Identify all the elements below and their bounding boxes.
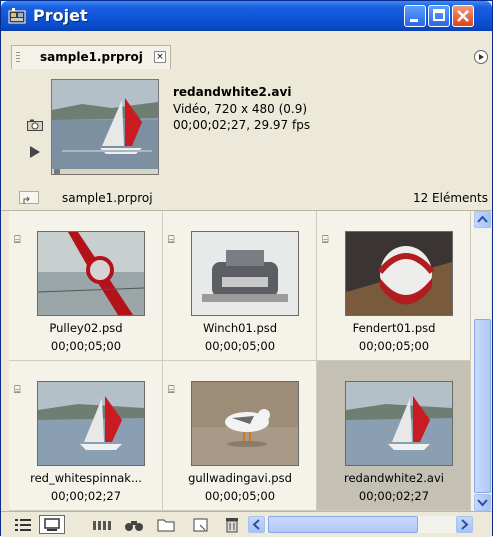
window-title: Projet bbox=[33, 6, 88, 25]
item-gullwading[interactable]: ⌸ gullwadingavi.psd 00;00;05;00 bbox=[163, 361, 317, 511]
vertical-scrollbar[interactable] bbox=[474, 211, 491, 511]
item-name: gullwadingavi.psd bbox=[188, 471, 292, 485]
item-name: Winch01.psd bbox=[202, 321, 278, 335]
item-duration: 00;00;02;27 bbox=[358, 489, 430, 503]
item-duration: 00;00;05;00 bbox=[50, 339, 122, 353]
clip-info-video: Vidéo, 720 x 480 (0.9) bbox=[173, 102, 308, 116]
title-bar[interactable]: Projet bbox=[1, 1, 492, 31]
scroll-right-button[interactable] bbox=[456, 516, 473, 533]
item-name: Pulley02.psd bbox=[49, 321, 123, 335]
horizontal-scroll-thumb[interactable] bbox=[268, 516, 418, 533]
path-bar: sample1.prproj 12 Eléments bbox=[1, 186, 492, 211]
item-duration: 00;00;05;00 bbox=[204, 339, 276, 353]
thumbnail-redandwhite2 bbox=[345, 381, 453, 466]
clip-info-duration: 00;00;02;27, 29.97 fps bbox=[173, 118, 311, 132]
new-bin-icon[interactable] bbox=[156, 515, 176, 534]
thumbnail-red-whitespinnaker bbox=[37, 381, 145, 466]
trash-icon[interactable] bbox=[223, 515, 241, 534]
chevron-left-icon bbox=[252, 519, 260, 530]
item-duration: 00;00;05;00 bbox=[358, 339, 430, 353]
automate-to-sequence-icon[interactable] bbox=[91, 515, 113, 534]
tab-grip-icon[interactable] bbox=[16, 52, 20, 64]
icon-view-icon[interactable] bbox=[39, 515, 65, 534]
thumbnail-fendert01 bbox=[345, 231, 453, 316]
item-name: redandwhite2.avi bbox=[344, 471, 444, 485]
preview-scrubber[interactable] bbox=[52, 169, 158, 174]
tab-strip: sample1.prproj × bbox=[1, 31, 492, 69]
item-name: red_whitespinnak... bbox=[30, 471, 142, 485]
tab-sample1[interactable]: sample1.prproj × bbox=[11, 45, 171, 69]
scroll-up-button[interactable] bbox=[474, 211, 491, 228]
thumbnail-pulley02 bbox=[37, 231, 145, 316]
item-winch01[interactable]: ⌸ Winch01.psd 00;00;05;00 bbox=[163, 211, 317, 361]
icon-view-grid: ⌸ Pulley02.psd 00;00;05;00 ⌸ Winch01.psd… bbox=[9, 211, 474, 511]
filmstrip-icon: ⌸ bbox=[322, 233, 329, 246]
scroll-left-button[interactable] bbox=[248, 516, 265, 533]
new-item-icon[interactable] bbox=[191, 515, 211, 534]
item-count: 12 Eléments bbox=[412, 191, 488, 205]
item-duration: 00;00;02;27 bbox=[50, 489, 122, 503]
thumbnail-gullwading bbox=[191, 381, 299, 466]
preview-area: redandwhite2.avi Vidéo, 720 x 480 (0.9) … bbox=[9, 69, 490, 186]
list-view-icon[interactable] bbox=[13, 515, 33, 534]
item-red-whitespinnaker[interactable]: ⌸ red_whitespinnak... 00;00;02;27 bbox=[9, 361, 163, 511]
sailboat-image bbox=[52, 80, 158, 170]
play-icon[interactable] bbox=[29, 146, 41, 158]
current-path: sample1.prproj bbox=[62, 191, 153, 205]
chevron-right-icon bbox=[461, 519, 469, 530]
item-pulley02[interactable]: ⌸ Pulley02.psd 00;00;05;00 bbox=[9, 211, 163, 361]
find-icon[interactable] bbox=[123, 515, 145, 534]
filmstrip-icon: ⌸ bbox=[14, 383, 21, 396]
horizontal-scrollbar[interactable] bbox=[248, 516, 473, 533]
item-name: Fendert01.psd bbox=[352, 321, 436, 335]
filmstrip-icon: ⌸ bbox=[168, 233, 175, 246]
item-duration: 00;00;05;00 bbox=[204, 489, 276, 503]
thumbnail-winch01 bbox=[191, 231, 299, 316]
folder-up-icon bbox=[23, 196, 30, 204]
tab-label: sample1.prproj bbox=[40, 50, 143, 64]
camera-icon[interactable] bbox=[27, 119, 43, 131]
maximize-button[interactable] bbox=[428, 5, 450, 27]
item-fendert01[interactable]: ⌸ Fendert01.psd 00;00;05;00 bbox=[317, 211, 471, 361]
maximize-icon bbox=[433, 9, 445, 21]
minimize-icon bbox=[410, 19, 418, 22]
premiere-app-icon bbox=[8, 8, 26, 24]
item-redandwhite2[interactable]: redandwhite2.avi 00;00;02;27 bbox=[317, 361, 471, 511]
filmstrip-icon: ⌸ bbox=[168, 383, 175, 396]
parent-folder-button[interactable] bbox=[19, 191, 39, 204]
project-window: Projet sample1.prproj × redandwhite2.avi… bbox=[0, 0, 493, 537]
filmstrip-icon: ⌸ bbox=[14, 233, 21, 246]
tab-close-icon[interactable]: × bbox=[154, 51, 166, 63]
close-button[interactable] bbox=[452, 5, 474, 27]
clip-name: redandwhite2.avi bbox=[173, 85, 292, 99]
vertical-scroll-thumb[interactable] bbox=[474, 319, 491, 493]
chevron-up-icon bbox=[477, 215, 488, 223]
chevron-down-icon bbox=[477, 499, 488, 507]
scroll-down-button[interactable] bbox=[474, 494, 491, 511]
minimize-button[interactable] bbox=[404, 5, 426, 27]
close-icon bbox=[457, 10, 469, 22]
preview-thumbnail bbox=[51, 79, 159, 175]
panel-menu-icon[interactable] bbox=[474, 50, 488, 64]
